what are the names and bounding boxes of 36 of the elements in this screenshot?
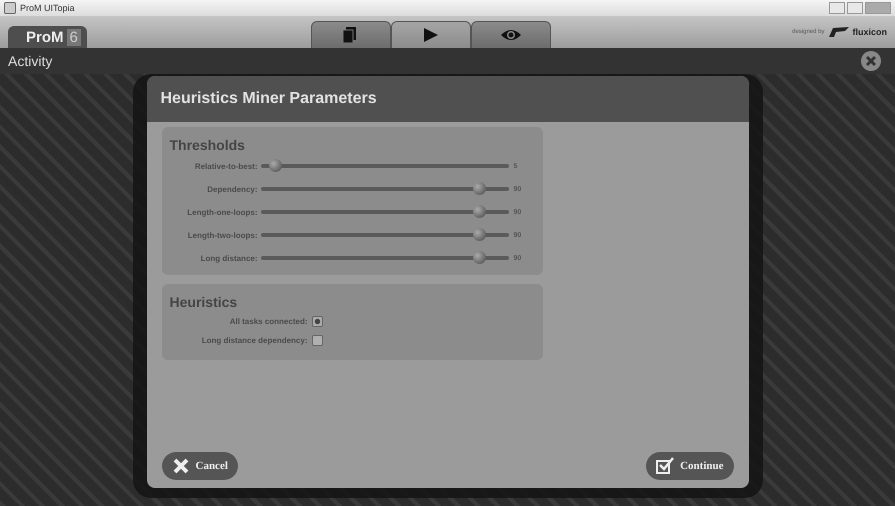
option-label: All tasks connected: (228, 317, 308, 326)
slider-thumb[interactable] (472, 182, 486, 195)
app-logo: ProM 6 (8, 26, 87, 48)
app-icon (4, 2, 16, 14)
section-title: Thresholds (170, 137, 246, 153)
cancel-button[interactable]: Cancel (162, 452, 238, 480)
toolbar-tab[interactable] (310, 21, 391, 48)
close-icon[interactable] (861, 51, 881, 71)
x-icon (172, 457, 190, 475)
brand-name: fluxicon (852, 27, 887, 37)
activity-title: Activity (8, 53, 52, 69)
checkbox[interactable] (312, 316, 322, 327)
slider-thumb[interactable] (472, 205, 486, 218)
slider-thumb[interactable] (472, 251, 486, 264)
eye-icon (500, 27, 521, 43)
slider-thumb[interactable] (472, 228, 486, 241)
option-label: Long distance dependency: (200, 336, 308, 345)
slider-thumb[interactable] (269, 159, 282, 172)
section-title: Heuristics (170, 294, 238, 310)
continue-button[interactable]: Continue (646, 452, 734, 480)
checkbox[interactable] (312, 335, 322, 346)
slider-label: Dependency: (206, 184, 258, 194)
slider-label: Length-two-loops: (186, 230, 258, 240)
toolbar-tab[interactable] (390, 21, 471, 48)
minimize-button[interactable] (829, 2, 845, 14)
maximize-button[interactable] (847, 2, 863, 14)
flag-icon (827, 27, 850, 37)
window-title: ProM UITopia (20, 3, 75, 13)
slider-label: Long distance: (200, 254, 258, 262)
toolbar-tab[interactable] (470, 21, 551, 48)
dialog-title: Heuristics Miner Parameters (160, 90, 377, 108)
checkbox-icon (656, 457, 674, 475)
copy-icon (342, 27, 359, 43)
play-icon (422, 27, 439, 43)
slider-label: Length-one-loops: (186, 208, 258, 216)
slider-label: Relative-to-best: (194, 162, 258, 170)
